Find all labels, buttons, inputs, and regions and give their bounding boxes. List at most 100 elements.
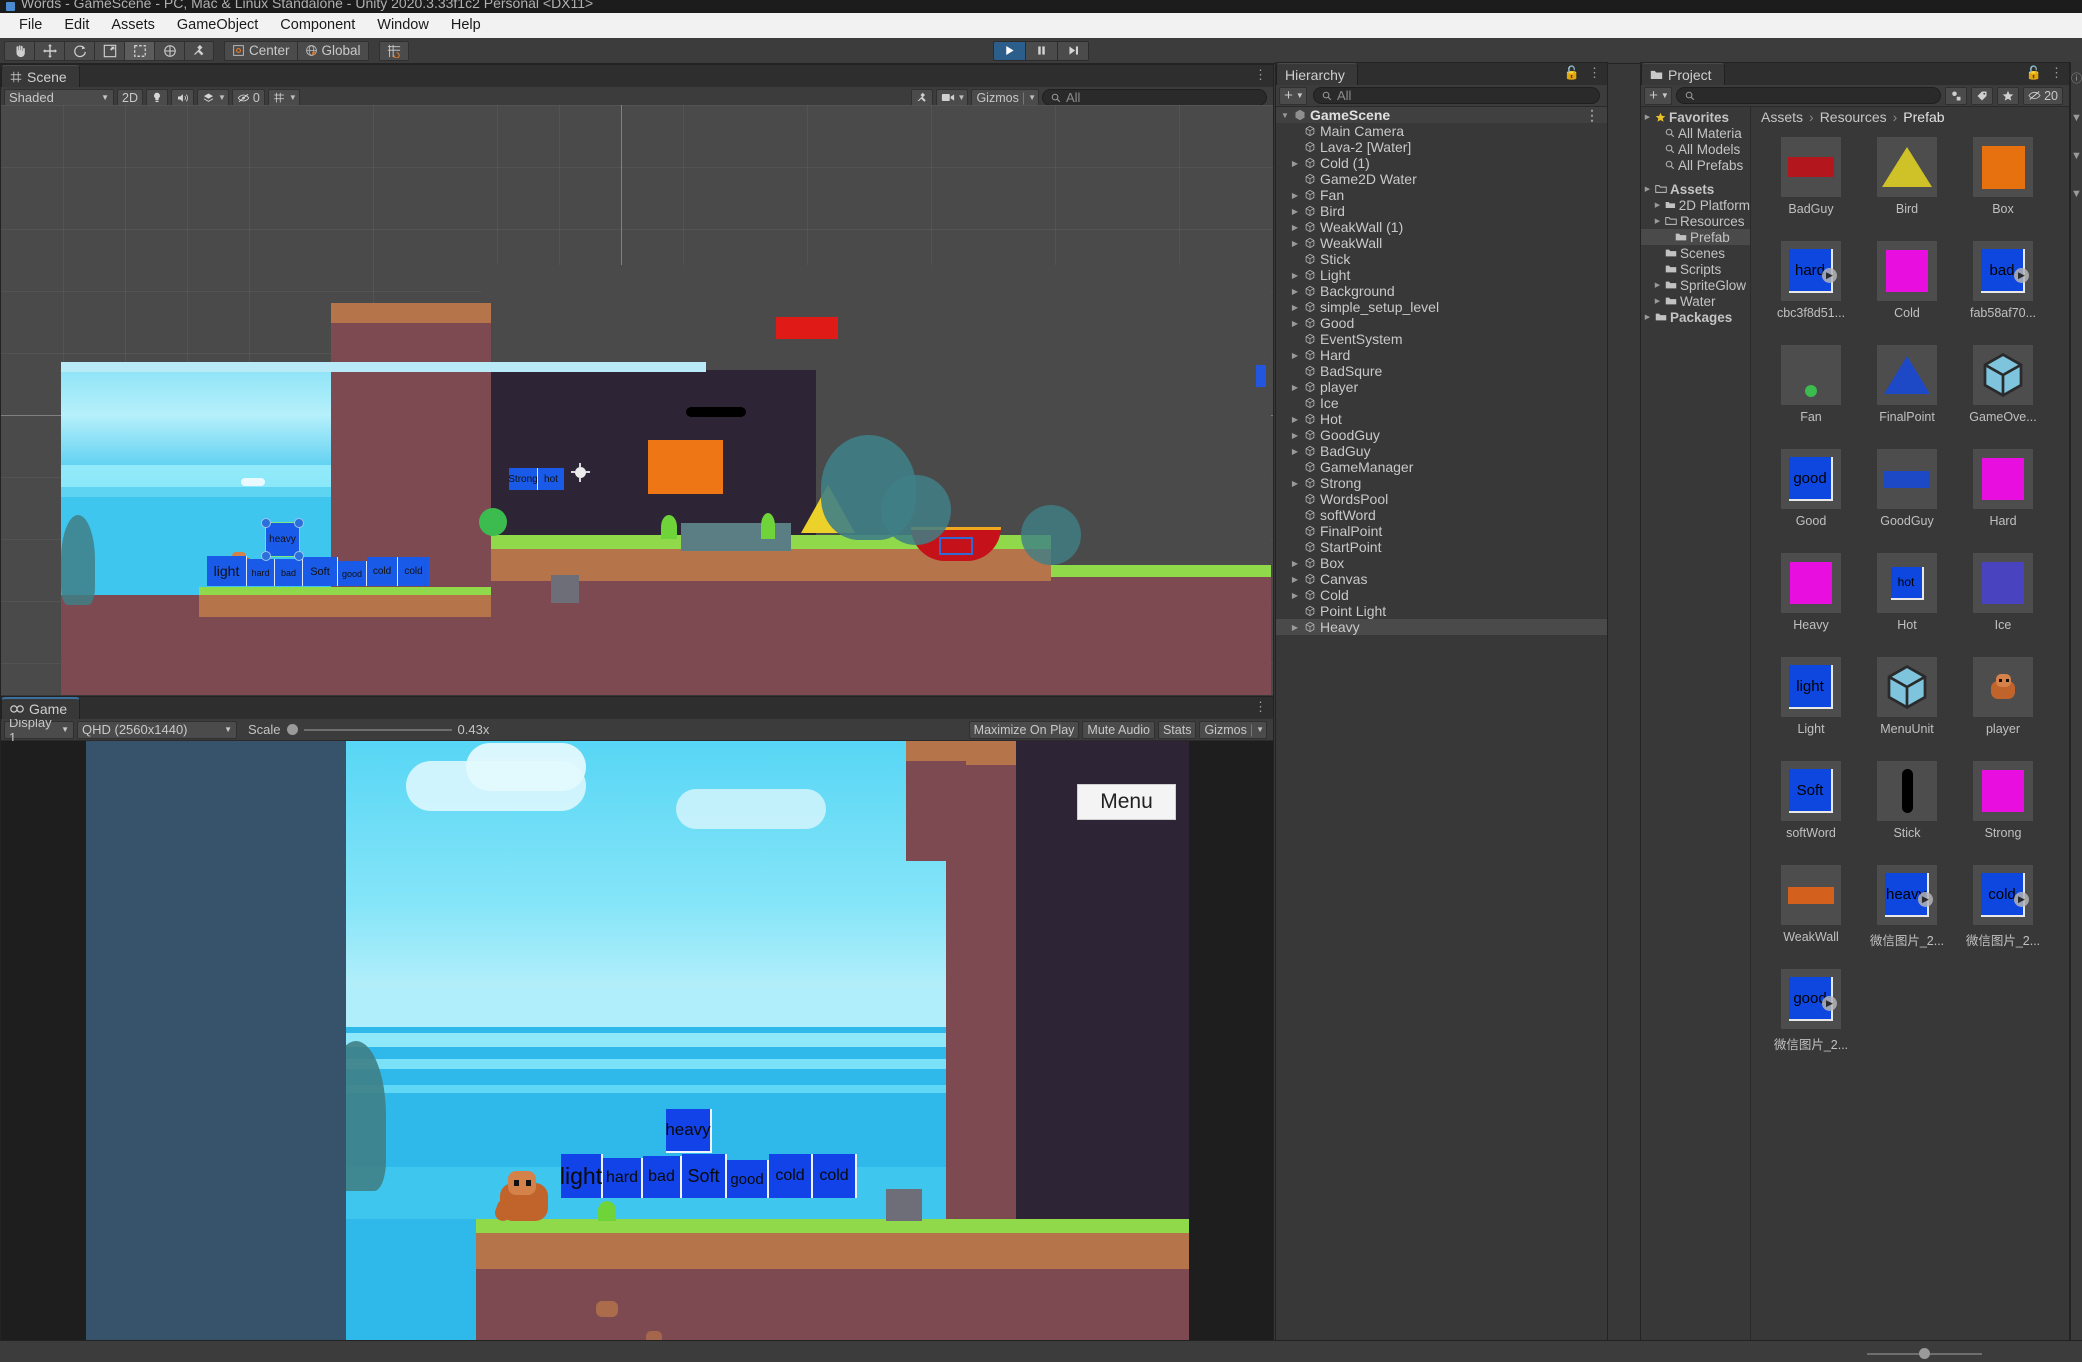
hierarchy-item[interactable]: ▶ Cold (1) — [1276, 155, 1607, 171]
scene-rock-object[interactable] — [551, 575, 579, 603]
hierarchy-item[interactable]: ▶ Hard — [1276, 347, 1607, 363]
scene-handle-tl[interactable] — [261, 518, 271, 528]
hierarchy-item[interactable]: ▶ Light — [1276, 267, 1607, 283]
asset-item[interactable]: GoodGuy — [1859, 449, 1955, 553]
zoom-slider-track-left[interactable] — [1867, 1352, 1919, 1355]
asset-item[interactable]: hard ▶ cbc3f8d51... — [1763, 241, 1859, 345]
asset-item[interactable]: good Good — [1763, 449, 1859, 553]
inspector-collapsed-strip[interactable]: ⓘ ▼ ▼ ▼ — [2070, 62, 2082, 1342]
scene-bluebar-object[interactable] — [1256, 365, 1266, 387]
breadcrumb-assets[interactable]: Assets — [1761, 109, 1803, 125]
game-panel-menu-icon[interactable]: ⋮ — [1254, 699, 1267, 715]
project-tree-item[interactable]: Scenes — [1641, 245, 1750, 261]
resolution-dropdown[interactable]: QHD (2560x1440) ▼ — [77, 720, 237, 739]
project-tree-item[interactable]: All Models — [1641, 141, 1750, 157]
chevron-right-icon[interactable]: ▶ — [1290, 191, 1300, 200]
chevron-right-icon[interactable]: ▶ — [1290, 575, 1300, 584]
project-filter-label-icon[interactable] — [1971, 86, 1994, 105]
chevron-right-icon[interactable]: ▶ — [1290, 239, 1300, 248]
project-filter-type-icon[interactable] — [1945, 86, 1968, 105]
menu-item-file[interactable]: File — [8, 13, 53, 38]
asset-item[interactable]: Hard — [1955, 449, 2051, 553]
hierarchy-item[interactable]: ▶ Background — [1276, 283, 1607, 299]
chevron-down-icon[interactable]: ▼ — [2071, 112, 2082, 124]
scene-audio-icon[interactable] — [170, 88, 194, 107]
chevron-right-icon[interactable]: ▶ — [1290, 319, 1300, 328]
chevron-right-icon[interactable]: ▶ — [1290, 351, 1300, 360]
game-viewport[interactable]: light hard bad Soft good cold cold heavy — [1, 741, 1273, 1361]
asset-item[interactable]: Strong — [1955, 761, 2051, 865]
breadcrumb-resources[interactable]: Resources — [1820, 109, 1887, 125]
asset-item[interactable]: Box — [1955, 137, 2051, 241]
scene-word-hot[interactable]: hot — [538, 468, 564, 490]
tab-scene[interactable]: Scene — [1, 65, 80, 87]
hierarchy-item[interactable]: StartPoint — [1276, 539, 1607, 555]
project-tree-item[interactable]: ▶ Favorites — [1641, 109, 1750, 125]
hierarchy-item[interactable]: BadSqure — [1276, 363, 1607, 379]
hierarchy-item[interactable]: ▶ WeakWall — [1276, 235, 1607, 251]
tab-project[interactable]: Project — [1641, 63, 1725, 85]
chevron-right-icon[interactable]: ▶ — [1653, 217, 1662, 225]
chevron-right-icon[interactable]: ▶ — [1290, 447, 1300, 456]
project-tree-item[interactable]: ▶ 2D Platform — [1641, 197, 1750, 213]
scene-handle-bl[interactable] — [261, 551, 271, 561]
chevron-right-icon[interactable]: ▶ — [1643, 113, 1652, 121]
step-button[interactable] — [1057, 40, 1089, 61]
asset-item[interactable]: Bird — [1859, 137, 1955, 241]
scale-slider-track[interactable] — [303, 728, 452, 731]
asset-item[interactable]: player — [1955, 657, 2051, 761]
rotate-tool-icon[interactable] — [64, 40, 94, 61]
project-add-button[interactable]: + ▼ — [1644, 86, 1672, 105]
project-tree-item[interactable]: All Materia — [1641, 125, 1750, 141]
hierarchy-item[interactable]: ▶ Hot — [1276, 411, 1607, 427]
asset-item[interactable]: cold ▶ 微信图片_2... — [1955, 865, 2051, 969]
project-tree-item[interactable]: All Prefabs — [1641, 157, 1750, 173]
chevron-down-icon[interactable]: ▼ — [2071, 150, 2082, 162]
scale-slider[interactable]: Scale 0.43x — [248, 722, 489, 737]
hierarchy-item[interactable]: ▶ Heavy — [1276, 619, 1607, 635]
project-tree-item[interactable]: ▶ Resources — [1641, 213, 1750, 229]
menu-item-component[interactable]: Component — [269, 13, 366, 38]
asset-item[interactable]: MenuUnit — [1859, 657, 1955, 761]
chevron-right-icon[interactable]: ▶ — [1290, 623, 1300, 632]
chevron-right-icon[interactable]: ▶ — [1653, 281, 1662, 289]
menu-button[interactable]: Menu — [1077, 784, 1176, 820]
asset-item[interactable]: Cold — [1859, 241, 1955, 345]
hierarchy-item[interactable]: EventSystem — [1276, 331, 1607, 347]
scene-word-hard[interactable]: hard — [247, 559, 275, 586]
hierarchy-item[interactable]: ▶ Canvas — [1276, 571, 1607, 587]
asset-item[interactable]: Heavy — [1763, 553, 1859, 657]
hierarchy-item[interactable]: ▶ WeakWall (1) — [1276, 219, 1607, 235]
hierarchy-item[interactable]: softWord — [1276, 507, 1607, 523]
menu-item-gameobject[interactable]: GameObject — [166, 13, 269, 38]
scene-visibility-toggle[interactable]: 0 — [231, 88, 265, 107]
project-tree-item[interactable]: Prefab — [1641, 229, 1750, 245]
asset-item[interactable]: WeakWall — [1763, 865, 1859, 969]
zoom-slider-track-right[interactable] — [1930, 1352, 1982, 1355]
chevron-right-icon[interactable]: ▶ — [1290, 159, 1300, 168]
scene-panel-menu-icon[interactable]: ⋮ — [1254, 67, 1267, 83]
hierarchy-add-button[interactable]: + ▼ — [1279, 86, 1307, 105]
handle-rotation-button[interactable]: Global — [296, 40, 369, 61]
hierarchy-search-input[interactable]: All — [1313, 87, 1600, 104]
scene-gizmos-settings-icon[interactable] — [910, 88, 933, 107]
scene-word-good[interactable]: good — [338, 561, 367, 586]
transform-tool-icon[interactable] — [154, 40, 184, 61]
chevron-right-icon[interactable]: ▶ — [1290, 431, 1300, 440]
hierarchy-item[interactable]: ▶ Cold — [1276, 587, 1607, 603]
prefab-play-badge-icon[interactable]: ▶ — [1822, 996, 1837, 1011]
hierarchy-item[interactable]: ▶ Fan — [1276, 187, 1607, 203]
hierarchy-item[interactable]: ▶ GoodGuy — [1276, 427, 1607, 443]
chevron-right-icon[interactable]: ▶ — [1290, 591, 1300, 600]
scene-lighting-icon[interactable] — [145, 88, 168, 107]
prefab-play-badge-icon[interactable]: ▶ — [1918, 892, 1933, 907]
hierarchy-item[interactable]: Main Camera — [1276, 123, 1607, 139]
hierarchy-item[interactable]: Ice — [1276, 395, 1607, 411]
scale-slider-knob[interactable] — [286, 724, 298, 735]
hierarchy-item[interactable]: ▶ Strong — [1276, 475, 1607, 491]
hierarchy-item[interactable]: ▶ simple_setup_level — [1276, 299, 1607, 315]
scene-gizmos-button[interactable]: Gizmos | ▼ — [971, 88, 1039, 107]
project-tree-item[interactable]: Scripts — [1641, 261, 1750, 277]
project-hidden-count[interactable]: 20 — [2023, 86, 2063, 105]
snap-grid-icon[interactable] — [378, 40, 409, 61]
